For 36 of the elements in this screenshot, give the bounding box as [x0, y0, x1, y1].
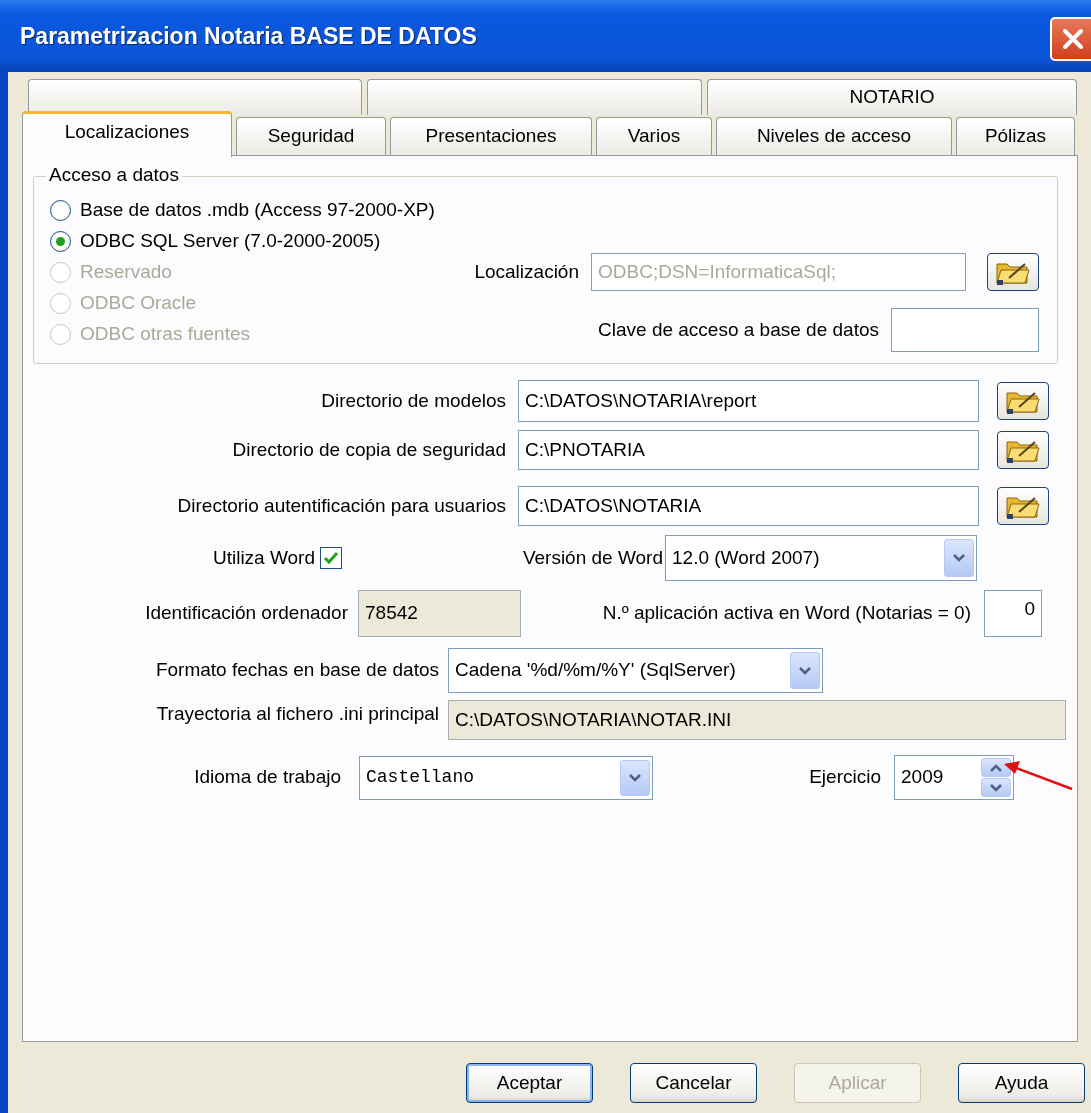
dropdown[interactable]: 12.0 (Word 2007) — [665, 535, 977, 581]
field-label: Utiliza Word — [211, 545, 315, 570]
dialog-button[interactable]: Cancelar — [630, 1063, 757, 1103]
tab[interactable]: Localizaciones — [22, 111, 232, 157]
radio-option[interactable]: ODBC SQL Server (7.0-2000-2005) — [50, 230, 435, 252]
dialog-button[interactable]: Aceptar — [466, 1063, 593, 1103]
field-label: Formato fechas en base de datos — [154, 658, 439, 683]
input-field[interactable]: C:\DATOS\NOTARIA — [518, 486, 979, 526]
tab[interactable]: Pólizas — [956, 117, 1075, 155]
input-field[interactable]: C:\PNOTARIA — [518, 430, 979, 470]
field-label: Clave de acceso a base de datos — [598, 317, 879, 342]
tab[interactable]: Niveles de acceso — [716, 117, 952, 155]
radio-option[interactable]: Base de datos .mdb (Access 97-2000-XP) — [50, 199, 435, 221]
field-label: Identificación ordenador — [144, 601, 348, 626]
dropdown[interactable]: Castellano — [359, 755, 653, 800]
tab[interactable]: Varios — [596, 117, 712, 155]
dialog-button[interactable]: Ayuda — [958, 1063, 1085, 1103]
input-field[interactable]: C:\DATOS\NOTARIA\report — [518, 380, 979, 422]
tab[interactable]: Presentaciones — [390, 117, 592, 155]
input-field[interactable]: C:\DATOS\NOTARIA\NOTAR.INI — [448, 700, 1066, 740]
input-field[interactable]: 78542 — [358, 590, 521, 637]
field-label: Directorio de copia de seguridad — [231, 437, 506, 462]
field-label: Versión de Word — [521, 545, 663, 570]
tab[interactable]: NOTARIO — [707, 79, 1077, 115]
spin-field[interactable]: 2009 — [894, 755, 1014, 800]
tab[interactable]: Seguridad — [236, 117, 386, 155]
field-label: Directorio autentificación para usuarios — [176, 493, 506, 518]
field-label: Trayectoria al fichero .ini principal — [155, 702, 439, 726]
field-label: Localización — [474, 259, 579, 284]
field-label: Ejercicio — [808, 765, 881, 790]
field-label: Idioma de trabajo — [193, 765, 341, 790]
input-field[interactable]: 0 — [984, 590, 1042, 637]
field-label: N.º aplicación activa en Word (Notarias = 0) — [601, 601, 971, 626]
field-label: Directorio de modelos — [320, 388, 506, 413]
dropdown[interactable]: Cadena '%d/%m/%Y' (SqlServer) — [448, 648, 823, 693]
window-title: Parametrizacion Notaria BASE DE DATOS — [20, 21, 477, 51]
